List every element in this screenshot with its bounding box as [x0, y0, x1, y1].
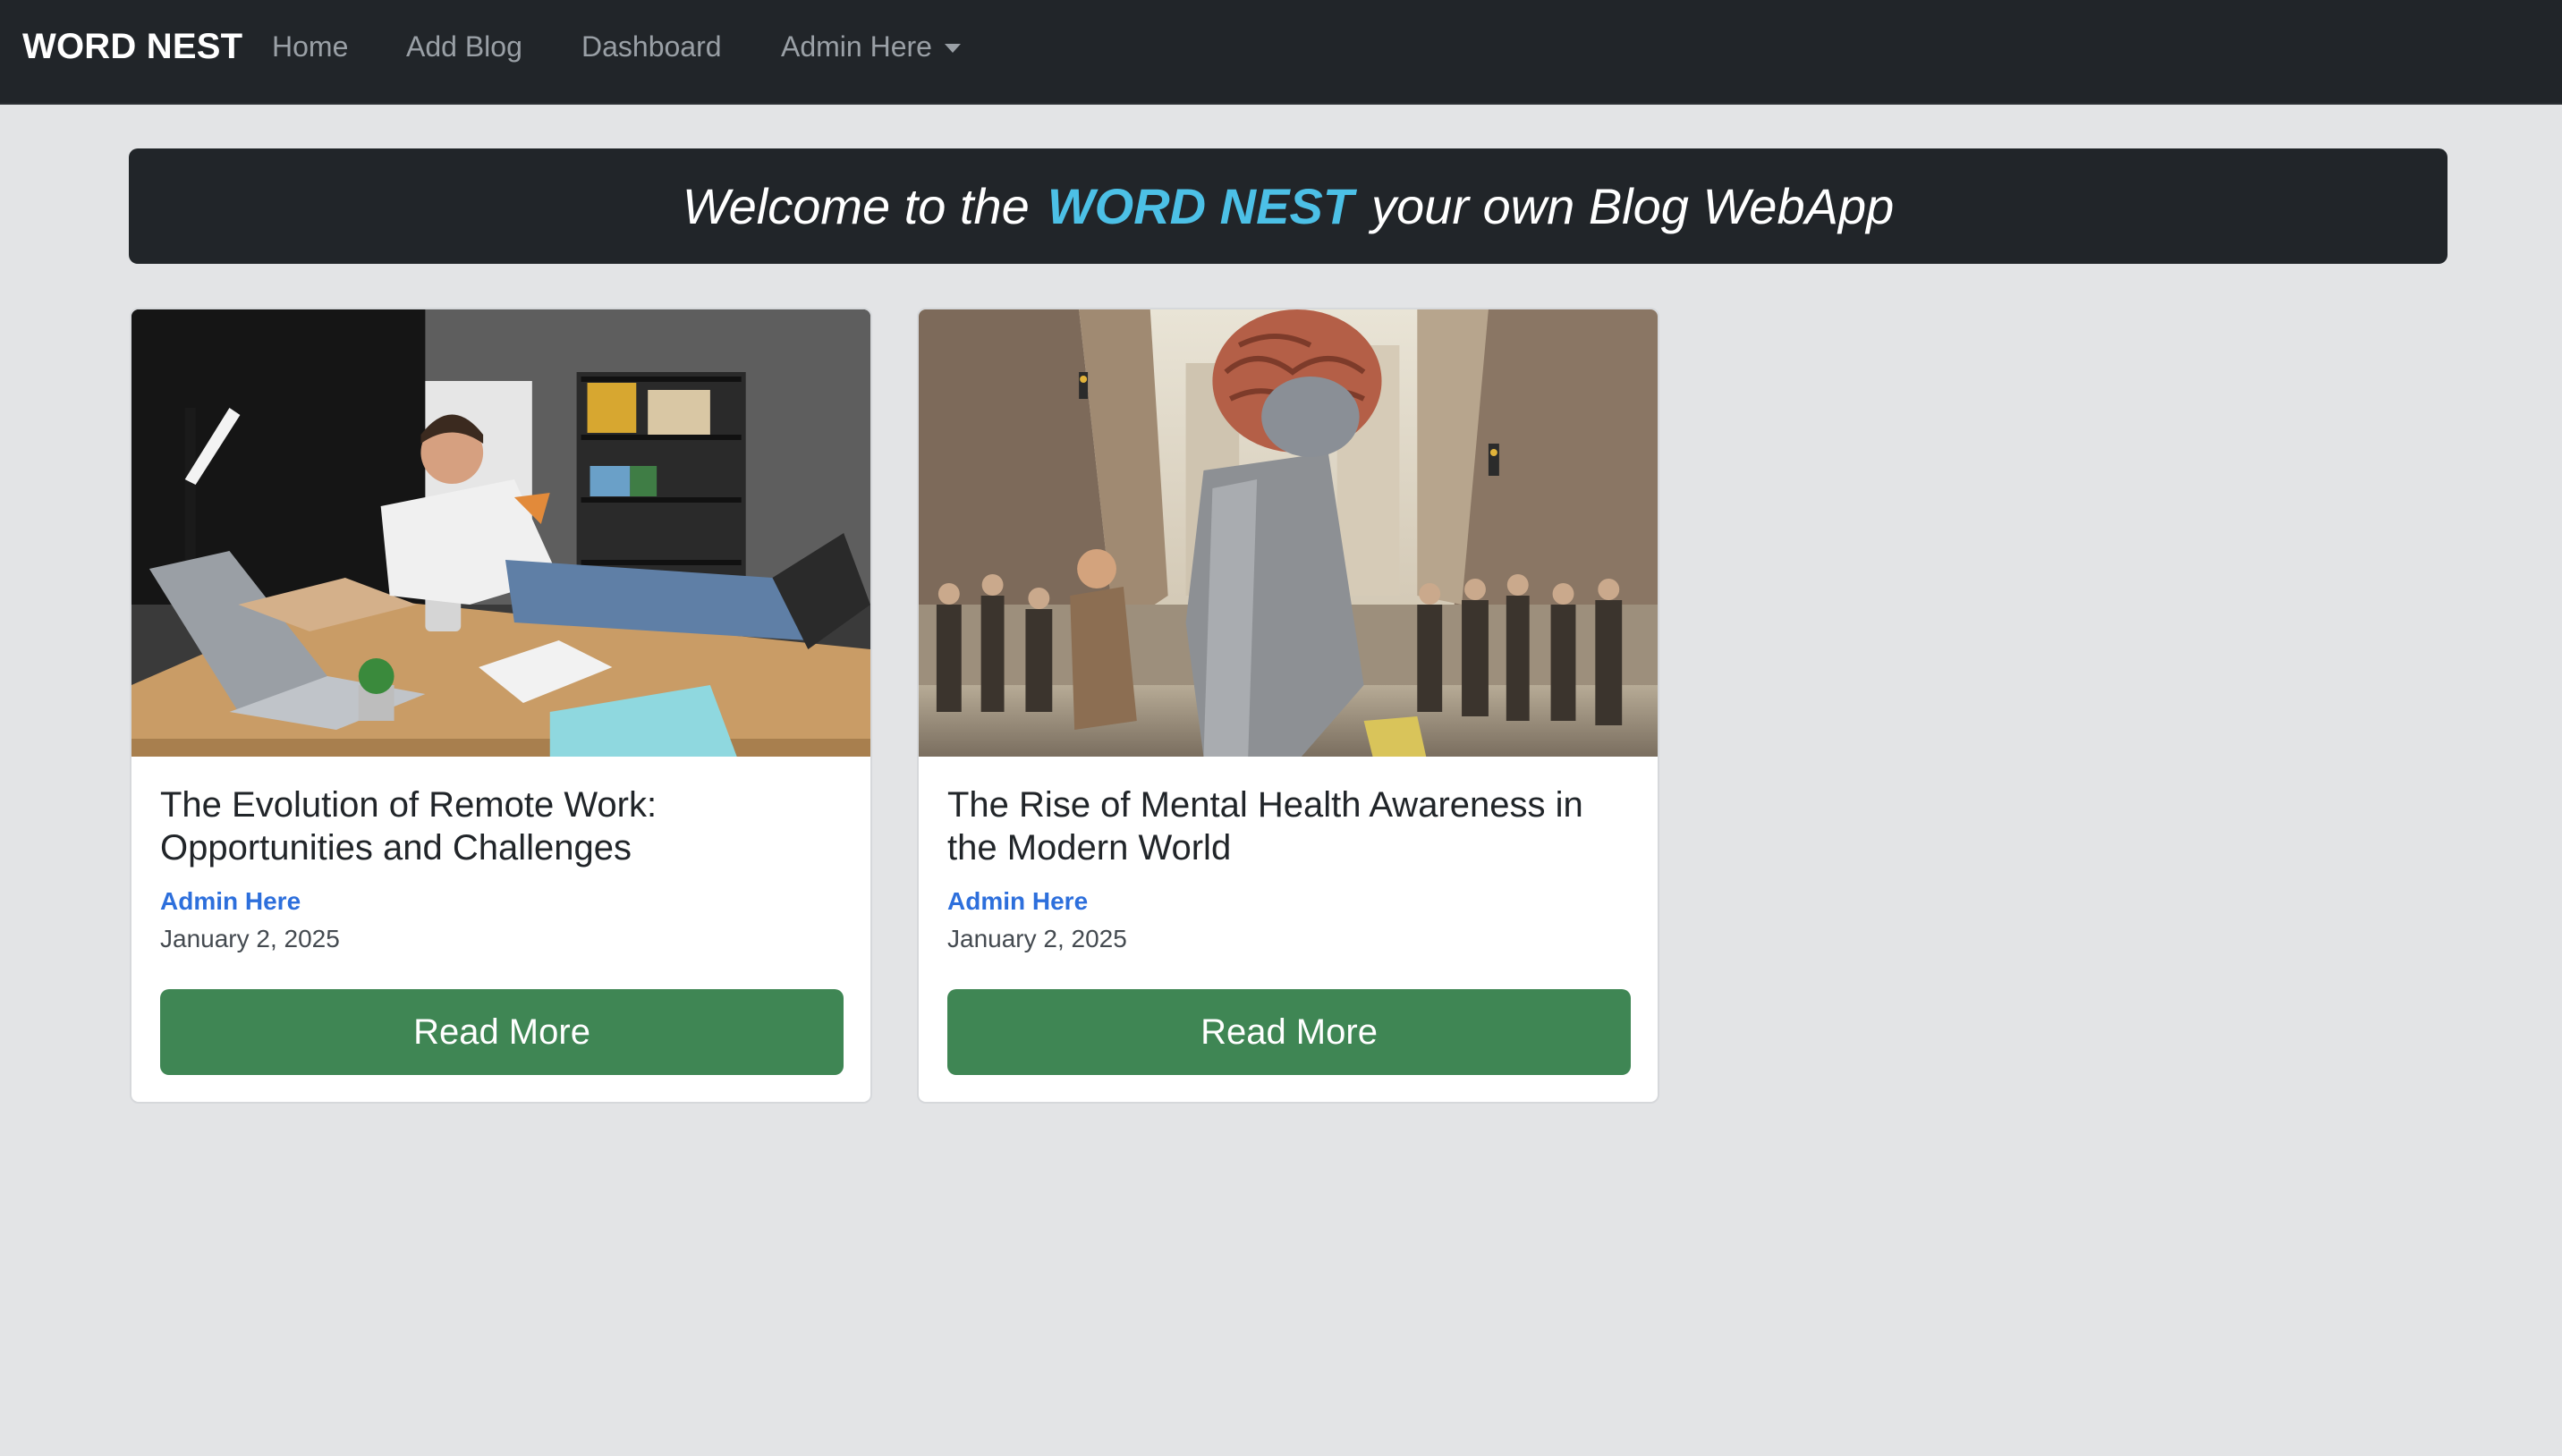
- welcome-brand: WORD NEST: [1047, 178, 1354, 234]
- top-navbar: WORD NEST Home Add Blog Dashboard Admin …: [0, 0, 2562, 105]
- welcome-suffix: your own Blog WebApp: [1371, 178, 1895, 234]
- welcome-banner: Welcome to the WORD NEST your own Blog W…: [129, 148, 2447, 264]
- blog-card-author[interactable]: Admin Here: [160, 887, 301, 916]
- blog-card-image-remote-work: [131, 309, 870, 757]
- blog-card-date: January 2, 2025: [947, 925, 1127, 952]
- nav-link-add-blog[interactable]: Add Blog: [406, 23, 522, 70]
- nav-link-home[interactable]: Home: [272, 23, 348, 70]
- read-more-button[interactable]: Read More: [160, 989, 844, 1075]
- blog-card-title[interactable]: The Rise of Mental Health Awareness in t…: [947, 783, 1636, 869]
- blog-card: The Evolution of Remote Work: Opportunit…: [130, 308, 872, 1104]
- blog-card-date: January 2, 2025: [160, 925, 340, 952]
- welcome-prefix: Welcome to the: [682, 178, 1030, 234]
- blog-card-title[interactable]: The Evolution of Remote Work: Opportunit…: [160, 783, 849, 869]
- navbar-brand[interactable]: WORD NEST: [22, 23, 242, 70]
- admin-dropdown-toggle[interactable]: Admin Here: [781, 23, 961, 70]
- nav-link-dashboard[interactable]: Dashboard: [581, 23, 722, 70]
- blog-card: The Rise of Mental Health Awareness in t…: [917, 308, 1659, 1104]
- read-more-button[interactable]: Read More: [947, 989, 1631, 1075]
- blog-card-image-mental-health: [919, 309, 1658, 757]
- caret-down-icon: [944, 44, 961, 53]
- blog-card-author[interactable]: Admin Here: [947, 887, 1088, 916]
- admin-dropdown-label: Admin Here: [781, 30, 932, 63]
